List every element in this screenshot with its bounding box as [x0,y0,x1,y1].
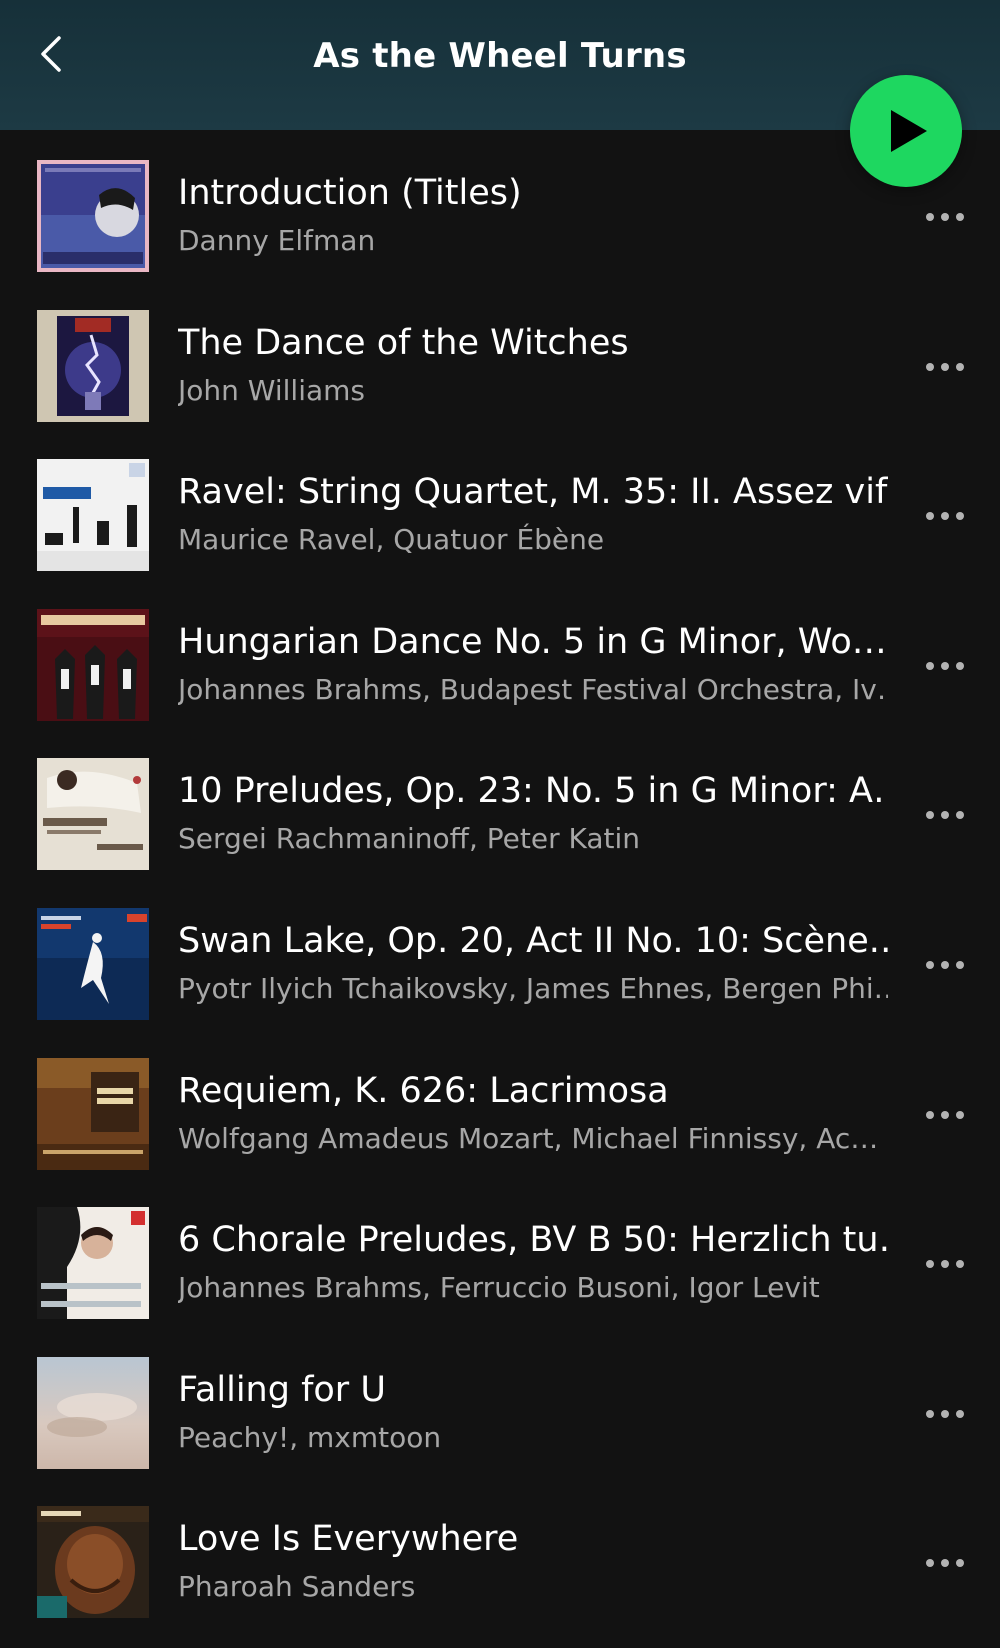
track-title: Swan Lake, Op. 20, Act II No. 10: Scène.… [178,920,888,961]
more-options-button[interactable] [912,948,976,982]
more-options-button[interactable] [912,1546,976,1580]
more-horizontal-icon [926,1110,934,1119]
album-art [37,160,149,272]
track-row[interactable]: Falling for U Peachy!, mxmtoon [0,1327,1000,1477]
album-art [37,1207,149,1320]
more-horizontal-icon [926,960,934,969]
more-options-button[interactable] [912,350,976,384]
track-title: Hungarian Dance No. 5 in G Minor, Wo… [178,621,887,662]
more-options-button[interactable] [912,1247,976,1281]
track-row[interactable]: Swan Lake, Op. 20, Act II No. 10: Scène.… [0,878,1000,1028]
play-icon [891,110,927,152]
more-horizontal-icon [926,811,934,820]
track-row[interactable]: 6 Chorale Preludes, BV B 50: Herzlich tu… [0,1177,1000,1327]
album-art [37,907,149,1020]
more-options-button[interactable] [912,1098,976,1132]
track-list: Introduction (Titles) Danny Elfman The D… [0,130,1000,1626]
track-artist: Johannes Brahms, Budapest Festival Orche… [178,672,888,706]
track-title: Requiem, K. 626: Lacrimosa [178,1070,669,1111]
more-options-button[interactable] [912,200,976,234]
more-horizontal-icon [926,213,934,221]
play-button[interactable] [850,75,962,187]
track-artist: Danny Elfman [178,224,376,257]
track-title: Love Is Everywhere [178,1519,519,1560]
track-title: 6 Chorale Preludes, BV B 50: Herzlich tu… [178,1220,888,1261]
album-art [37,608,149,721]
track-artist: Wolfgang Amadeus Mozart, Michael Finniss… [178,1121,879,1155]
more-horizontal-icon [926,1409,934,1418]
more-options-button[interactable] [912,1397,976,1431]
page-title: As the Wheel Turns [313,36,687,76]
album-art [37,1356,149,1469]
track-title: Falling for U [178,1369,386,1410]
header-bar: As the Wheel Turns [0,0,1000,130]
more-horizontal-icon [926,1260,934,1269]
track-artist: Maurice Ravel, Quatuor Ébène [178,523,605,557]
track-row[interactable]: 10 Preludes, Op. 23: No. 5 in G Minor: A… [0,728,1000,878]
more-horizontal-icon [926,1559,934,1568]
more-horizontal-icon [926,512,934,521]
album-art [37,309,149,422]
album-art [37,758,149,871]
album-art [37,1506,149,1619]
track-row[interactable]: Introduction (Titles) Danny Elfman [0,130,1000,280]
chevron-left-icon [41,36,61,72]
track-title: Introduction (Titles) [178,173,522,213]
track-row[interactable]: Love Is Everywhere Pharoah Sanders [0,1476,1000,1626]
more-options-button[interactable] [912,798,976,832]
track-title: 10 Preludes, Op. 23: No. 5 in G Minor: A… [178,771,888,812]
playlist-screen: As the Wheel Turns Introduction (Titles)… [0,0,1000,1648]
track-artist: Peachy!, mxmtoon [178,1420,442,1454]
track-artist: Pyotr Ilyich Tchaikovsky, James Ehnes, B… [178,971,888,1005]
track-artist: Sergei Rachmaninoff, Peter Katin [178,822,641,856]
album-art [37,1057,149,1170]
back-button[interactable] [30,28,80,82]
track-row[interactable]: The Dance of the Witches John Williams [0,280,1000,430]
more-options-button[interactable] [912,649,976,683]
album-art [37,459,149,572]
track-title: Ravel: String Quartet, M. 35: II. Assez … [178,472,888,513]
track-artist: Johannes Brahms, Ferruccio Busoni, Igor … [178,1271,820,1305]
more-options-button[interactable] [912,499,976,533]
track-row[interactable]: Ravel: String Quartet, M. 35: II. Assez … [0,429,1000,579]
more-horizontal-icon [926,661,934,670]
track-artist: Pharoah Sanders [178,1570,416,1604]
track-row[interactable]: Requiem, K. 626: Lacrimosa Wolfgang Amad… [0,1028,1000,1178]
track-row[interactable]: Hungarian Dance No. 5 in G Minor, Wo… Jo… [0,579,1000,729]
more-horizontal-icon [926,362,934,371]
track-artist: John Williams [178,373,365,407]
track-title: The Dance of the Witches [178,322,629,363]
